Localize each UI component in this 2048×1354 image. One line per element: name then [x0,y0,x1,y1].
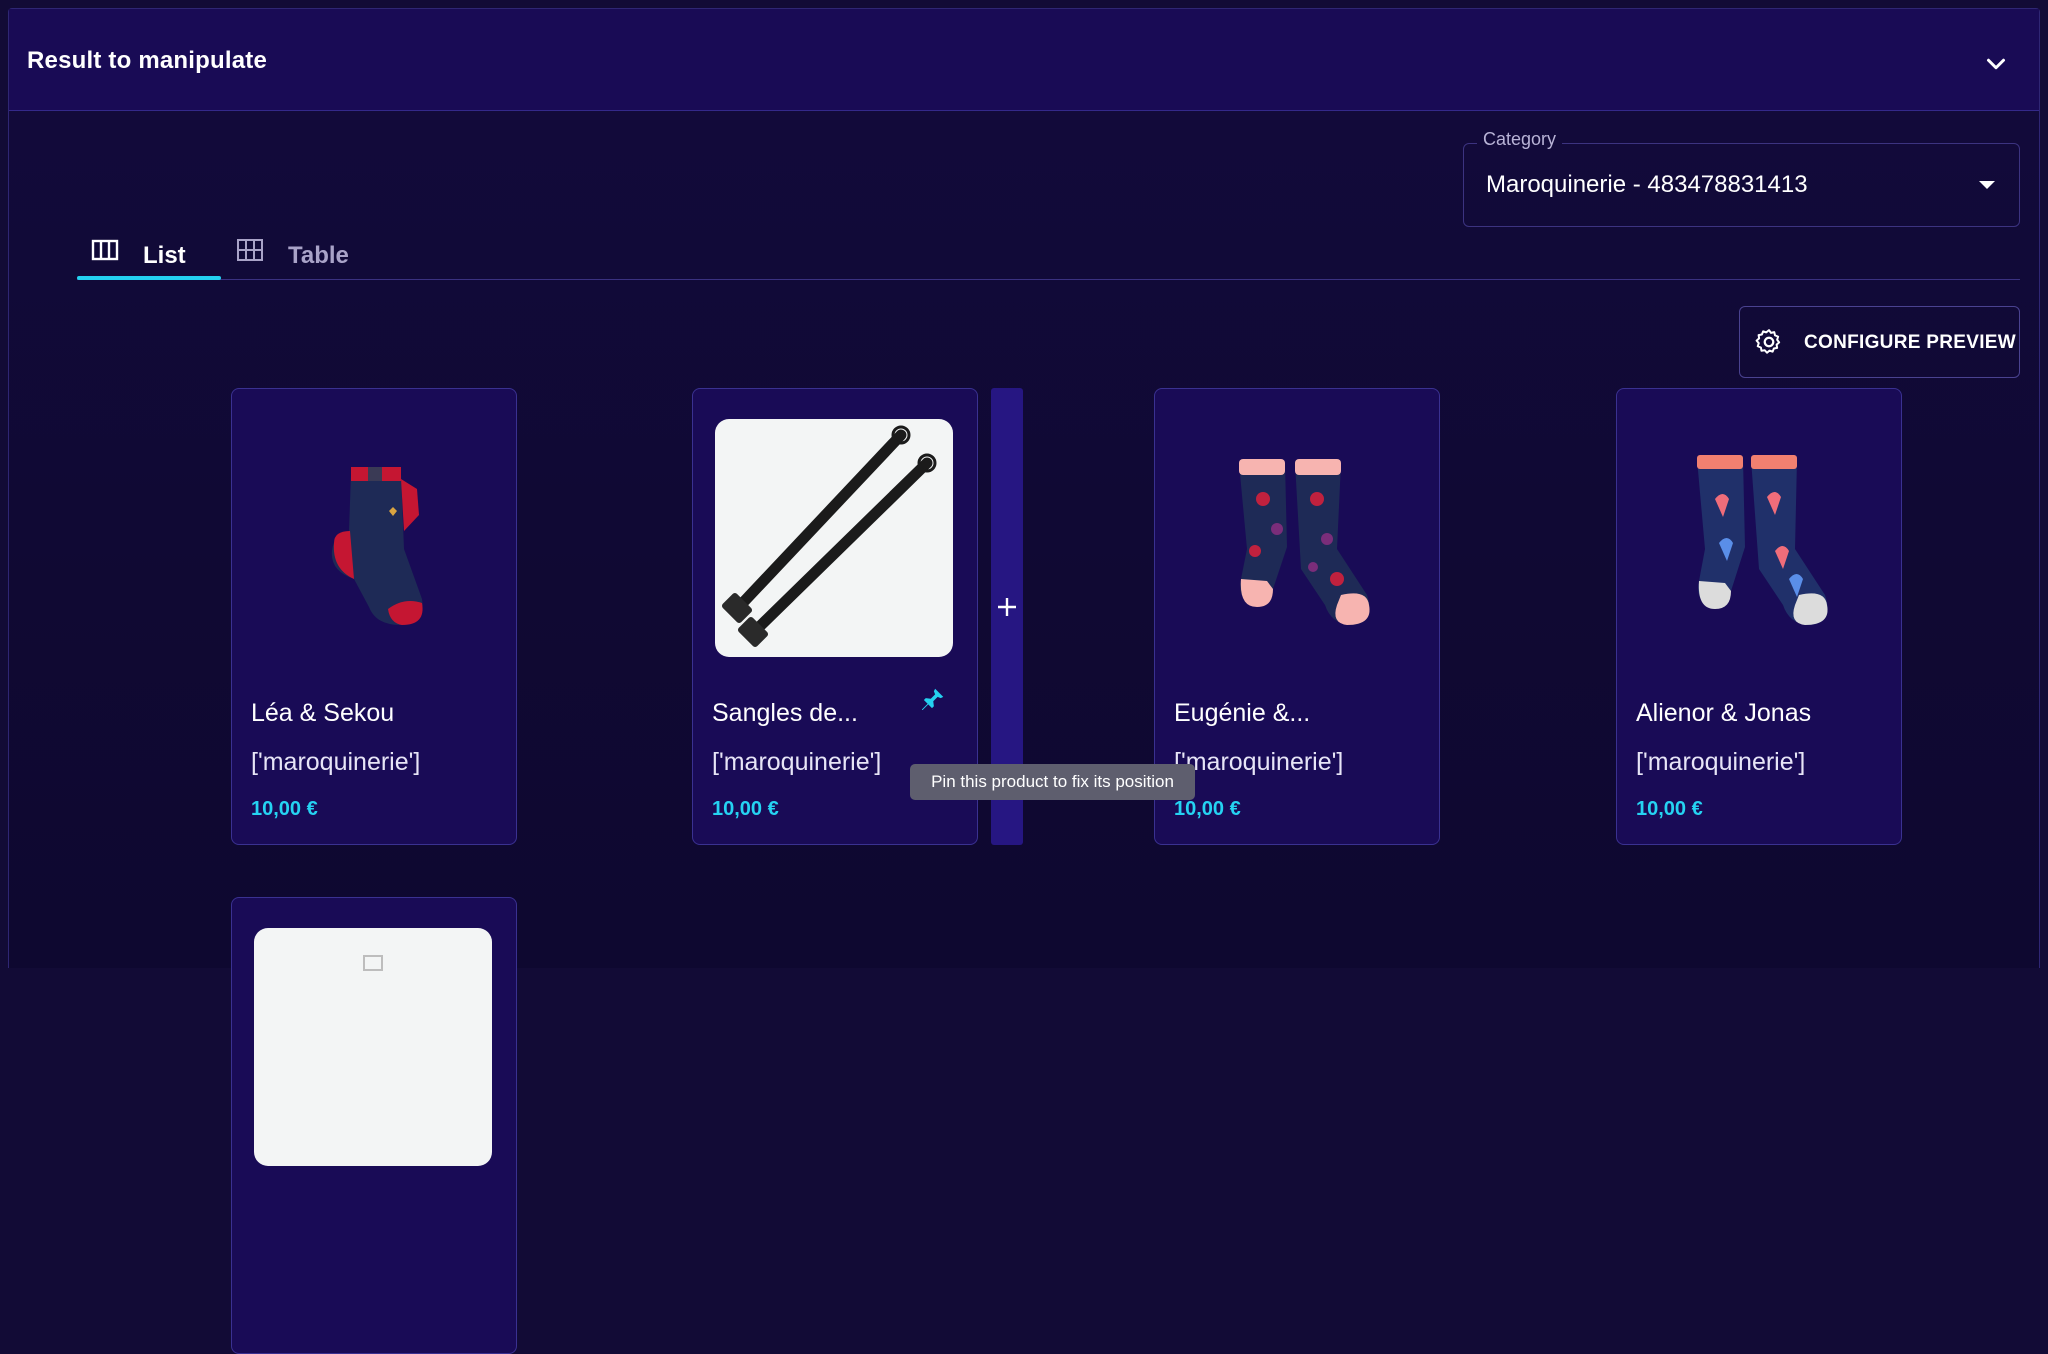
category-value: Maroquinerie - 483478831413 [1486,171,1808,198]
category-label: Category [1477,129,1563,150]
active-tab-indicator [77,276,221,280]
product-card[interactable]: Alienor & Jonas ['maroquinerie'] 10,00 € [1616,388,1902,845]
product-image [254,928,492,1166]
grid-icon [237,239,263,261]
columns-icon [91,239,119,261]
tab-table[interactable]: Table [222,232,367,278]
gear-icon [1755,329,1781,354]
tabs-divider [77,279,2020,280]
dropdown-arrow-icon [1979,181,1995,189]
product-card[interactable]: Eugénie &... ['maroquinerie'] 10,00 € [1154,388,1440,845]
pin-icon[interactable] [917,685,947,715]
product-image [1177,419,1415,657]
configure-preview-label: CONFIGURE PREVIEW [1804,332,2017,353]
product-name: Alienor & Jonas [1636,699,1812,727]
product-card[interactable] [231,897,517,1354]
product-name: Eugénie &... [1174,699,1311,727]
product-price: 10,00 € [1636,798,1703,820]
panel-title: Result to manipulate [27,47,268,74]
pin-tooltip: Pin this product to fix its position [910,764,1195,800]
category-select[interactable]: Maroquinerie - 483478831413 [1463,143,2020,227]
product-name: Sangles de... [712,699,858,727]
product-price: 10,00 € [1174,798,1241,820]
product-price: 10,00 € [251,798,318,820]
product-category: ['maroquinerie'] [712,748,882,776]
configure-preview-button[interactable]: CONFIGURE PREVIEW [1739,306,2020,378]
tab-table-label: Table [288,242,349,269]
tab-list[interactable]: List [77,232,221,278]
product-category: ['maroquinerie'] [1636,748,1806,776]
product-price: 10,00 € [712,798,779,820]
product-category: ['maroquinerie'] [251,748,421,776]
product-image [254,419,492,657]
product-category: ['maroquinerie'] [1174,748,1344,776]
product-image [1639,419,1877,657]
product-image [715,419,953,657]
product-name: Léa & Sekou [251,699,395,727]
panel-header[interactable]: Result to manipulate [9,9,2039,111]
plus-icon [998,598,1016,616]
chevron-down-icon[interactable] [1981,49,2011,79]
product-card[interactable]: Léa & Sekou ['maroquinerie'] 10,00 € [231,388,517,845]
tab-list-label: List [143,242,186,269]
